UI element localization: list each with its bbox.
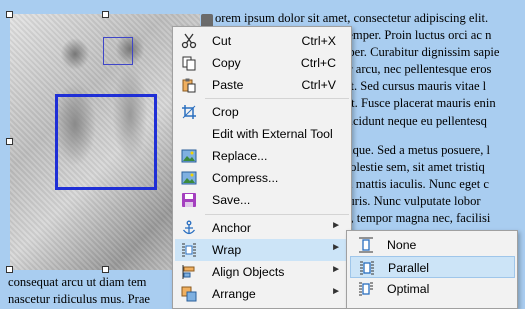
- text-line: pus, tempor magna nec, facilisi: [333, 211, 491, 226]
- menu-item-label: Align Objects: [212, 265, 285, 279]
- text-line: n semper. Proin luctus orci ac n: [333, 28, 492, 43]
- menu-item-save[interactable]: Save...: [175, 189, 349, 211]
- menu-item-arrange[interactable]: Arrange ►: [175, 283, 349, 305]
- submenu-arrow-icon: ►: [331, 264, 341, 275]
- menu-item-label: Cut: [212, 34, 232, 48]
- paste-icon: [181, 77, 197, 93]
- context-menu: Cut Ctrl+X Copy Ctrl+C Paste Ctrl+V Crop…: [172, 26, 352, 309]
- menu-item-label: Optimal: [387, 282, 430, 296]
- submenu-arrow-icon: ►: [331, 286, 341, 297]
- wrap-parallel-icon: [359, 260, 375, 276]
- save-icon: [181, 192, 197, 208]
- submenu-arrow-icon: ►: [331, 220, 341, 231]
- text-line: orem ipsum dolor sit amet, consectetur a…: [215, 11, 489, 25]
- shortcut-label: Ctrl+C: [300, 56, 336, 70]
- shortcut-label: Ctrl+V: [301, 78, 336, 92]
- menu-item-edit-external[interactable]: Edit with External Tool: [175, 123, 349, 145]
- text-line: quet. Fusce placerat mauris enin: [333, 96, 496, 111]
- replace-image-icon: [181, 148, 197, 164]
- shortcut-label: Ctrl+X: [301, 34, 336, 48]
- wrap-option-optimal[interactable]: Optimal: [350, 278, 515, 300]
- crop-icon: [181, 104, 197, 120]
- menu-item-label: Save...: [212, 193, 251, 207]
- menu-item-label: Crop: [212, 105, 239, 119]
- wrap-submenu: None Parallel Optimal: [346, 230, 518, 309]
- copy-icon: [181, 55, 197, 71]
- menu-item-label: Anchor: [212, 221, 251, 235]
- menu-item-paste[interactable]: Paste Ctrl+V: [175, 74, 349, 96]
- text-line: mauris. Nunc vulputate lobor: [333, 193, 481, 208]
- menu-item-label: Replace...: [212, 149, 268, 163]
- wrap-none-icon: [358, 237, 374, 253]
- text-line: ctor arcu, nec pellentesque eros: [333, 62, 492, 77]
- resize-handle[interactable]: [6, 138, 13, 145]
- menu-separator: [205, 98, 349, 99]
- image-focus-frame: [55, 94, 157, 190]
- resize-handle[interactable]: [6, 266, 13, 273]
- menu-item-label: Arrange: [212, 287, 256, 301]
- scissors-icon: [181, 33, 197, 49]
- menu-item-crop[interactable]: Crop: [175, 101, 349, 123]
- compress-image-icon: [181, 170, 197, 186]
- text-line: rerit. Sed cursus mauris vitae l: [333, 79, 487, 94]
- menu-item-copy[interactable]: Copy Ctrl+C: [175, 52, 349, 74]
- resize-handle[interactable]: [6, 11, 13, 18]
- align-objects-icon: [181, 264, 197, 280]
- menu-separator: [205, 214, 349, 215]
- menu-item-label: Copy: [212, 56, 241, 70]
- menu-item-label: Paste: [212, 78, 244, 92]
- wrap-optimal-icon: [358, 281, 374, 297]
- menu-item-anchor[interactable]: Anchor ►: [175, 217, 349, 239]
- menu-item-label: Wrap: [212, 243, 242, 257]
- text-line: ristique. Sed a metus posuere, l: [333, 142, 491, 157]
- menu-item-label: Edit with External Tool: [212, 127, 333, 141]
- menu-item-wrap[interactable]: Wrap ►: [175, 239, 349, 261]
- menu-item-cut[interactable]: Cut Ctrl+X: [175, 30, 349, 52]
- resize-handle[interactable]: [102, 266, 109, 273]
- menu-item-label: None: [387, 238, 417, 252]
- text-line: r molestie sem, sit amet tristiq: [333, 159, 485, 174]
- menu-item-compress[interactable]: Compress...: [175, 167, 349, 189]
- text-line: orci mattis iaculis. Nunc eget c: [333, 176, 489, 191]
- menu-item-label: Parallel: [388, 261, 430, 275]
- text-line: emper. Curabitur dignissim sapie: [333, 45, 500, 60]
- menu-item-align-objects[interactable]: Align Objects ►: [175, 261, 349, 283]
- anchor-icon: [181, 220, 197, 236]
- submenu-arrow-icon: ►: [331, 242, 341, 253]
- resize-handle[interactable]: [102, 11, 109, 18]
- wrap-icon: [181, 242, 197, 258]
- menu-item-label: Compress...: [212, 171, 279, 185]
- wrap-option-none[interactable]: None: [350, 234, 515, 256]
- arrange-icon: [181, 286, 197, 302]
- image-small-frame: [103, 37, 133, 65]
- menu-item-replace[interactable]: Replace...: [175, 145, 349, 167]
- text-line: t tincidunt neque eu pellentesq: [333, 113, 487, 128]
- wrap-option-parallel[interactable]: Parallel: [350, 256, 515, 278]
